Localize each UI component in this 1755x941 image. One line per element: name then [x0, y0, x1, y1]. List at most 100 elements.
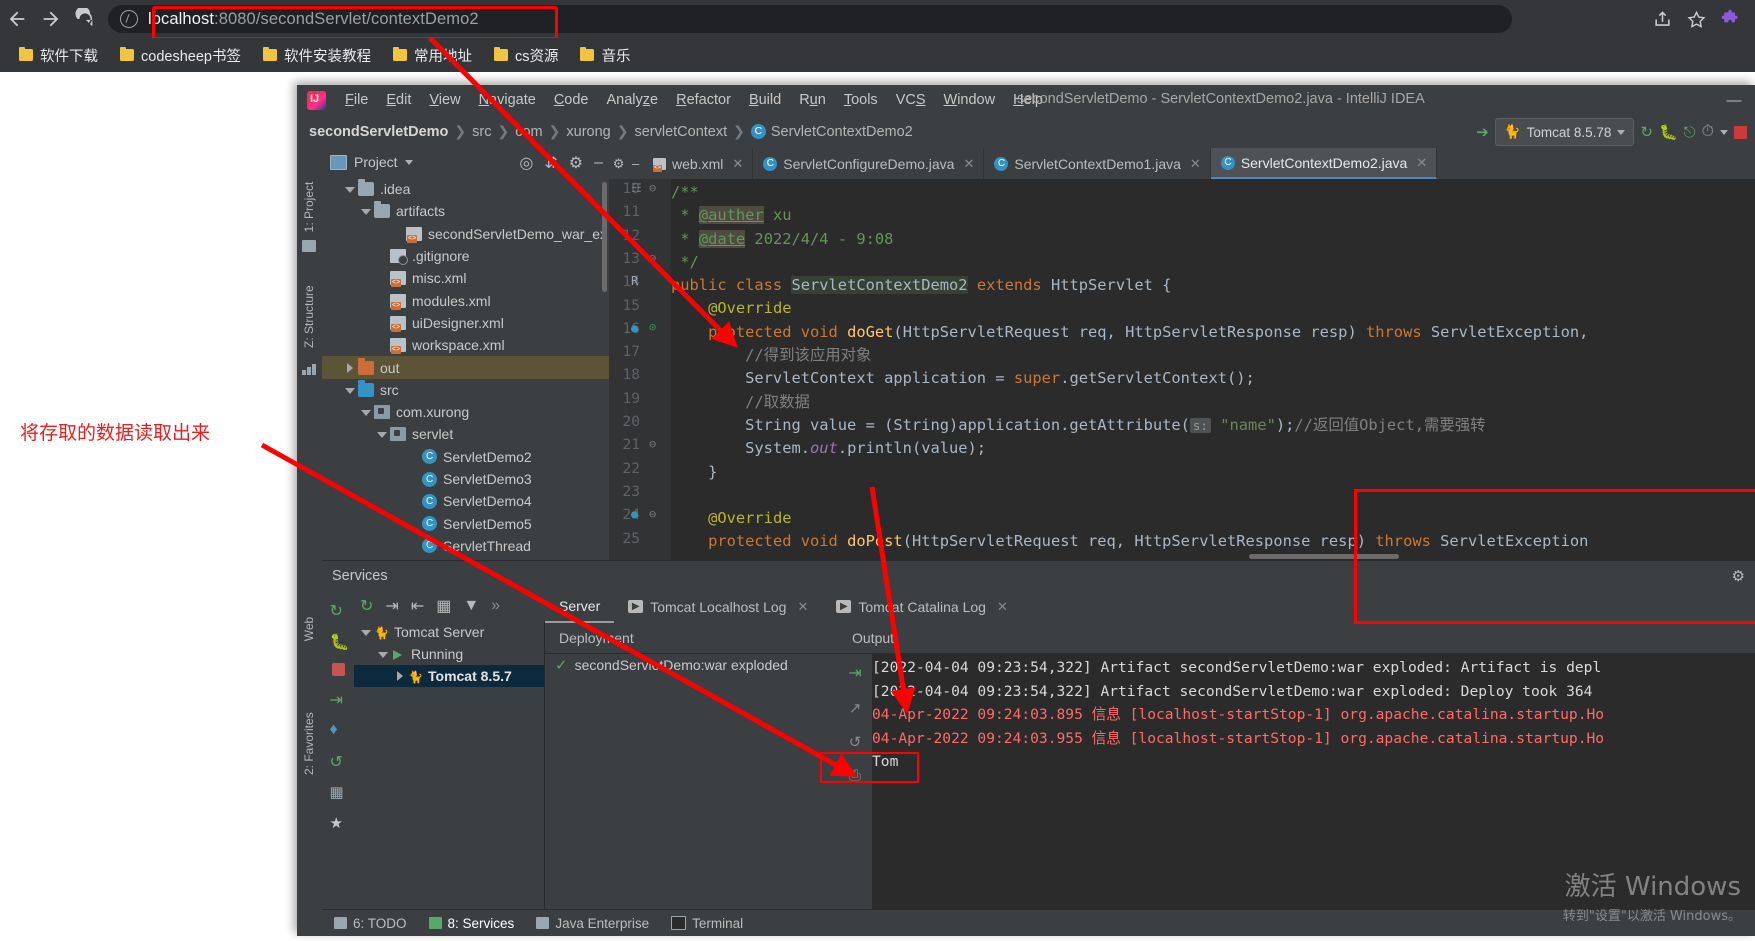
locate-icon[interactable]: ◎ [519, 153, 533, 173]
redeploy-icon[interactable]: ⇥ [330, 690, 347, 709]
project-tree[interactable]: .idea artifacts secondServletDemo_war_ex .g… [322, 176, 609, 557]
redeploy-icon[interactable]: ⇥ [848, 663, 861, 683]
statusbar-java-enterprise[interactable]: Java Enterprise [536, 916, 649, 931]
favorites-star-icon[interactable]: ★ [330, 814, 347, 832]
editor-gutter[interactable]: 10 11 12 13 14 15 16 17 18 19 20 21 22 23 24 25 ☷ ⊖ ⊖ R ⊙ ● ⊖ ●… [609, 179, 671, 560]
code-editor[interactable]: 10 11 12 13 14 15 16 17 18 19 20 21 22 23 24 25 ☷ ⊖ ⊖ R ⊙ ● ⊖ ●… [609, 179, 1755, 560]
sidebar-item-web[interactable]: Web [302, 600, 316, 658]
share-icon[interactable] [1647, 4, 1677, 34]
tree-toggle-icon[interactable] [360, 406, 372, 418]
services-tree[interactable]: 🐈 Tomcat Server Running 🐈 Tomcat 8.5.7 [354, 621, 545, 936]
services-tree-item[interactable]: 🐈 Tomcat 8.5.7 [354, 665, 544, 687]
expand-all-icon[interactable]: ⇥ [385, 596, 398, 616]
run-configuration-selector[interactable]: 🐈 Tomcat 8.5.78 [1494, 118, 1635, 146]
statusbar-terminal[interactable]: Terminal [671, 916, 743, 931]
scroll-end-icon[interactable]: ↗ [849, 699, 862, 717]
bookmark-item[interactable]: 常用地址 [384, 42, 481, 69]
tree-item[interactable]: uiDesigner.xml [322, 312, 609, 334]
tree-toggle-icon[interactable] [394, 670, 406, 682]
menu-refactor[interactable]: Refactor [667, 89, 740, 111]
gear-icon[interactable]: ⚙ [569, 153, 583, 173]
tab-server[interactable]: Server [545, 590, 615, 623]
tree-item[interactable]: ServletDemo5 [322, 512, 609, 534]
stop-icon[interactable] [331, 663, 345, 676]
reload-icon[interactable] [68, 2, 102, 36]
debug-button[interactable]: 🐛 [1659, 123, 1678, 141]
breadcrumb-com[interactable]: com [515, 124, 542, 140]
breadcrumb-xurong[interactable]: xurong [566, 124, 610, 140]
minimize-button[interactable]: — [1723, 90, 1745, 110]
filter-icon[interactable]: ▼ [463, 597, 479, 615]
layout-icon[interactable]: ▦ [330, 783, 347, 801]
collapse-all-icon[interactable]: ⇤ [411, 596, 424, 616]
menu-view[interactable]: View [420, 89, 469, 111]
gutter-marker-icon[interactable]: ⊖ [649, 181, 656, 195]
tab-web-xml[interactable]: web.xml ✕ [643, 148, 754, 179]
menu-run[interactable]: Run [790, 89, 835, 111]
gutter-marker-icon[interactable]: ⊙ [649, 320, 656, 334]
tree-item[interactable]: out [322, 356, 609, 379]
bookmark-item[interactable]: 软件安装教程 [254, 42, 380, 69]
menu-edit[interactable]: Edit [377, 89, 420, 111]
sidebar-item-favorites[interactable]: 2: Favorites [302, 712, 316, 775]
tree-item[interactable]: artifacts [322, 200, 609, 222]
gutter-marker-icon[interactable]: ⊖ [649, 251, 656, 265]
tree-item[interactable]: misc.xml [322, 267, 609, 289]
rerun-icon[interactable]: ↻ [330, 601, 347, 620]
run-button[interactable]: ↻ [1640, 123, 1653, 141]
breadcrumb-src[interactable]: src [472, 124, 491, 140]
project-tree-scrollbar[interactable] [602, 182, 607, 292]
soft-wrap-icon[interactable]: ↺ [849, 733, 862, 751]
deploy-button[interactable]: ⎋ [1684, 124, 1696, 141]
gutter-marker-icon[interactable]: ● [631, 321, 638, 335]
tree-item[interactable]: ServletDemo2 [322, 446, 609, 468]
hide-icon[interactable]: – [632, 156, 639, 171]
build-arrow-icon[interactable]: ➔ [1476, 123, 1489, 141]
tree-item[interactable]: src [322, 379, 609, 401]
gutter-marker-icon[interactable]: ⊖ [649, 507, 656, 521]
group-icon[interactable]: ▦ [436, 596, 451, 616]
breadcrumb-class[interactable]: ServletContextDemo2 [771, 124, 913, 140]
tree-toggle-icon[interactable] [344, 384, 356, 396]
tree-item[interactable]: ServletDemo3 [322, 468, 609, 490]
gear-icon[interactable]: ⚙ [1732, 567, 1745, 585]
menu-tools[interactable]: Tools [835, 89, 887, 111]
sidebar-item-structure[interactable]: Z: Structure [302, 285, 316, 348]
tree-toggle-icon[interactable] [377, 648, 389, 660]
tab-servletcontextdemo1[interactable]: ServletContextDemo1.java ✕ [984, 148, 1211, 179]
tab-tomcat-localhost-log[interactable]: ▶ Tomcat Localhost Log ✕ [614, 591, 822, 622]
debug-icon[interactable]: 🐛 [330, 632, 350, 651]
close-icon[interactable]: ✕ [963, 156, 974, 172]
tree-toggle-icon[interactable] [344, 362, 356, 374]
stop-button[interactable] [1734, 125, 1747, 139]
forward-arrow-icon[interactable] [34, 2, 68, 36]
gutter-marker-icon[interactable]: ● [631, 507, 638, 521]
menu-build[interactable]: Build [740, 89, 790, 111]
close-icon[interactable]: ✕ [1190, 156, 1201, 172]
hide-icon[interactable]: – [594, 154, 603, 172]
gutter-marker-icon[interactable]: ☷ [631, 181, 642, 195]
menu-analyze[interactable]: Analyze [598, 89, 668, 111]
breadcrumb-project[interactable]: secondServletDemo [309, 124, 448, 140]
sidebar-item-project[interactable]: 1: Project [302, 179, 316, 235]
tab-tomcat-catalina-log[interactable]: ▶ Tomcat Catalina Log ✕ [822, 591, 1022, 622]
gutter-marker-icon[interactable]: ⊖ [649, 437, 656, 451]
menu-code[interactable]: Code [545, 89, 598, 111]
menu-file[interactable]: File [336, 89, 377, 111]
editor-horizontal-scrollbar[interactable] [1249, 554, 1399, 559]
tree-item[interactable]: .gitignore [322, 245, 609, 267]
menu-vcs[interactable]: VCS [887, 89, 935, 111]
tree-item[interactable]: .idea [322, 178, 609, 200]
statusbar-services[interactable]: 8: Services [428, 916, 514, 931]
services-tree-item[interactable]: 🐈 Tomcat Server [354, 621, 544, 643]
profile-button[interactable]: ⏱ [1702, 123, 1714, 141]
tree-item[interactable]: ServletThread [322, 535, 609, 557]
bookmark-item[interactable]: codesheep书签 [111, 42, 250, 69]
chevron-down-icon[interactable] [404, 159, 413, 165]
gear-icon[interactable]: ⚙ [613, 156, 625, 172]
puzzle-icon[interactable] [1715, 4, 1745, 34]
tree-item[interactable]: ServletDemo4 [322, 490, 609, 512]
close-icon[interactable]: ✕ [997, 599, 1008, 615]
breadcrumb-servletcontext[interactable]: servletContext [634, 124, 727, 140]
star-icon[interactable] [1681, 4, 1711, 34]
